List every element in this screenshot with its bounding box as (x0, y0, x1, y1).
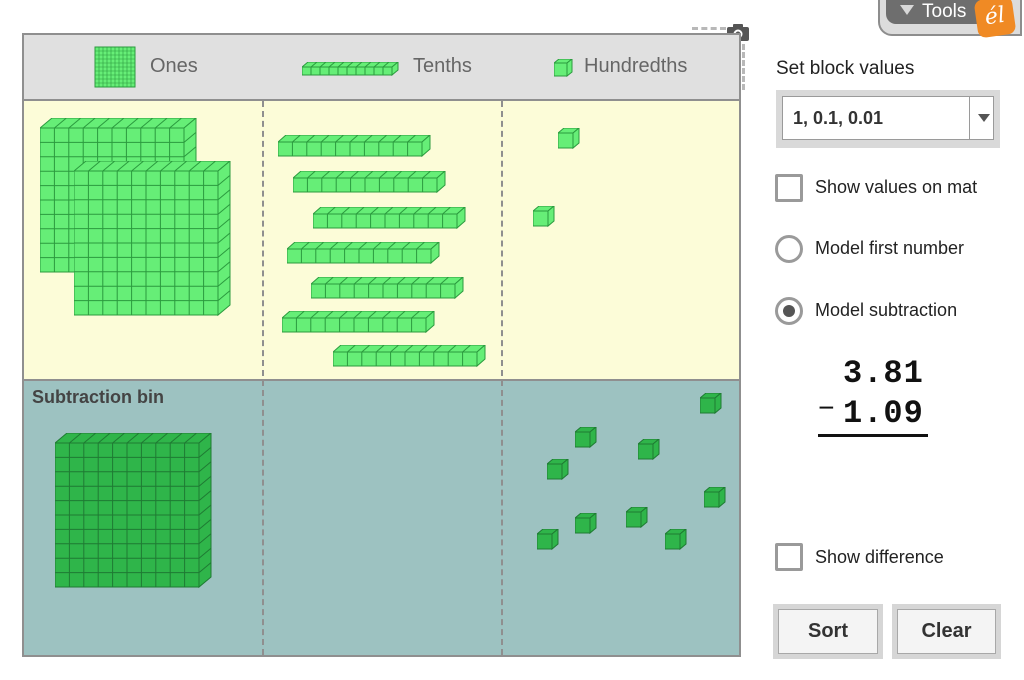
block-values-selected: 1, 0.1, 0.01 (793, 108, 884, 128)
hundredths-cube-in-bin[interactable] (700, 393, 724, 417)
chevron-down-icon[interactable] (978, 114, 990, 122)
hundredths-cube[interactable] (533, 206, 557, 230)
clear-button[interactable]: Clear (892, 604, 1001, 659)
model-first-number-label: Model first number (815, 238, 965, 258)
tools-tab[interactable]: Tools él (878, 0, 1022, 39)
hundredths-cube-in-bin[interactable] (626, 507, 650, 531)
sort-button[interactable]: Sort (773, 604, 883, 659)
subtraction-bin-label: Subtraction bin (32, 387, 164, 407)
tenths-rod[interactable] (287, 242, 443, 266)
model-subtraction-radio[interactable] (775, 297, 803, 325)
ones-header: Ones (150, 55, 198, 77)
clear-button-label: Clear (897, 609, 996, 654)
column-divider (262, 101, 264, 655)
problem-underline (818, 434, 928, 437)
show-difference-label: Show difference (815, 547, 944, 567)
minuend: 3.81 (843, 355, 924, 392)
explorelearning-logo: él (973, 0, 1017, 39)
tenths-header: Tenths (413, 55, 472, 77)
hundredths-cube[interactable] (558, 128, 582, 152)
tools-label: Tools (922, 1, 967, 22)
camera-guide-line (742, 44, 745, 90)
mat-header: Ones Tenths Hundredths (24, 35, 739, 101)
ones-block-in-bin[interactable] (55, 433, 213, 591)
block-values-select[interactable]: 1, 0.1, 0.01 (782, 96, 994, 140)
tenths-rod[interactable] (313, 207, 469, 231)
tenths-rod[interactable] (282, 311, 438, 335)
dropdown-separator (969, 97, 970, 139)
tenths-block-icon[interactable] (302, 62, 400, 76)
hundredths-cube-in-bin[interactable] (704, 487, 728, 511)
show-values-checkbox[interactable] (775, 174, 803, 202)
sort-button-label: Sort (778, 609, 878, 654)
minus-sign: − (818, 395, 836, 426)
tenths-rod[interactable] (333, 345, 489, 369)
hundredths-cube-in-bin[interactable] (575, 513, 599, 537)
hundredths-cube-in-bin[interactable] (547, 459, 571, 483)
hundredths-cube-in-bin[interactable] (665, 529, 689, 553)
model-subtraction-label: Model subtraction (815, 300, 958, 320)
hundredths-cube-in-bin[interactable] (638, 439, 662, 463)
tenths-rod[interactable] (278, 135, 434, 159)
ones-block-icon[interactable] (94, 46, 136, 88)
subtrahend: 1.09 (843, 395, 924, 432)
triangle-down-icon (900, 5, 914, 15)
block-values-dropdown[interactable]: 1, 0.1, 0.01 (776, 90, 1000, 148)
hundredths-cube-in-bin[interactable] (537, 529, 561, 553)
set-block-values-label: Set block values (776, 58, 915, 79)
camera-guide-line (692, 27, 726, 30)
place-value-mat[interactable]: Ones Tenths Hundredths Subtraction bin (22, 33, 741, 657)
hundredths-cube-in-bin[interactable] (575, 427, 599, 451)
ones-block[interactable] (74, 161, 232, 319)
show-difference-checkbox[interactable] (775, 543, 803, 571)
hundredths-header: Hundredths (584, 55, 688, 77)
show-values-label: Show values on mat (815, 177, 978, 197)
tenths-rod[interactable] (311, 277, 467, 301)
hundredths-block-icon[interactable] (554, 59, 574, 79)
tenths-rod[interactable] (293, 171, 449, 195)
column-divider (501, 101, 503, 655)
model-first-number-radio[interactable] (775, 235, 803, 263)
radio-selected-dot (783, 305, 795, 317)
